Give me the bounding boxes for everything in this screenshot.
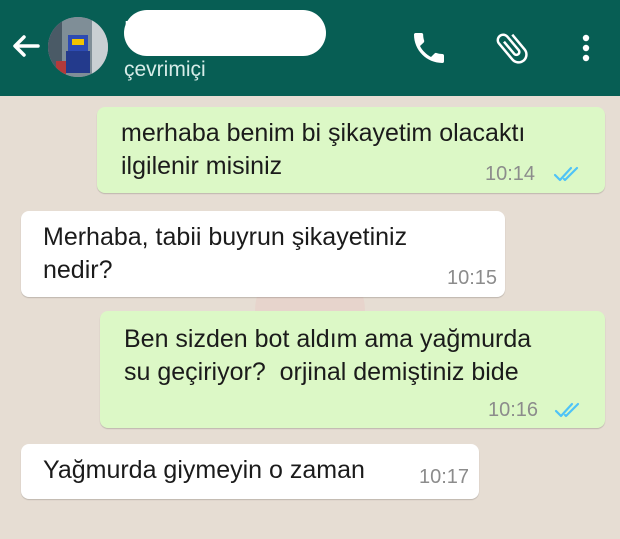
attach-button[interactable] xyxy=(492,28,532,68)
back-arrow-icon xyxy=(13,35,40,57)
phone-icon xyxy=(414,33,444,63)
message-time: 10:16 xyxy=(488,399,539,421)
online-status: çevrimiçi xyxy=(124,58,206,81)
message-bubble-outgoing[interactable]: Ben sizden bot aldım ama yağmurda su geç… xyxy=(100,311,605,428)
message-time: 10:15 xyxy=(447,267,498,289)
name-redaction-overlay xyxy=(124,10,326,56)
message-text: Ben sizden bot aldım ama yağmurda su geç… xyxy=(124,325,532,386)
message-bubble-incoming[interactable]: Yağmurda giymeyin o zaman 10:17 xyxy=(21,444,479,499)
paperclip-icon xyxy=(496,33,528,64)
avatar[interactable] xyxy=(48,17,108,77)
chat-header: N çevrimiçi xyxy=(0,0,620,96)
read-ticks-icon xyxy=(554,402,580,418)
read-ticks-icon xyxy=(553,166,579,182)
call-button[interactable] xyxy=(409,28,449,68)
more-vert-icon xyxy=(582,34,590,62)
message-text: Merhaba, tabii buyrun şikayetiniz nedir? xyxy=(43,223,408,284)
message-time: 10:14 xyxy=(485,163,536,185)
message-bubble-incoming[interactable]: Merhaba, tabii buyrun şikayetiniz nedir?… xyxy=(21,211,505,297)
avatar-image xyxy=(48,17,108,77)
message-bubble-outgoing[interactable]: merhaba benim bi şikayetim olacaktı ilgi… xyxy=(97,107,605,193)
back-button[interactable] xyxy=(6,26,46,66)
message-text: merhaba benim bi şikayetim olacaktı ilgi… xyxy=(121,119,526,180)
message-list[interactable]: merhaba benim bi şikayetim olacaktı ilgi… xyxy=(0,96,620,539)
more-options-button[interactable] xyxy=(566,28,606,68)
message-text: Yağmurda giymeyin o zaman xyxy=(43,456,365,484)
message-time: 10:17 xyxy=(419,466,470,488)
